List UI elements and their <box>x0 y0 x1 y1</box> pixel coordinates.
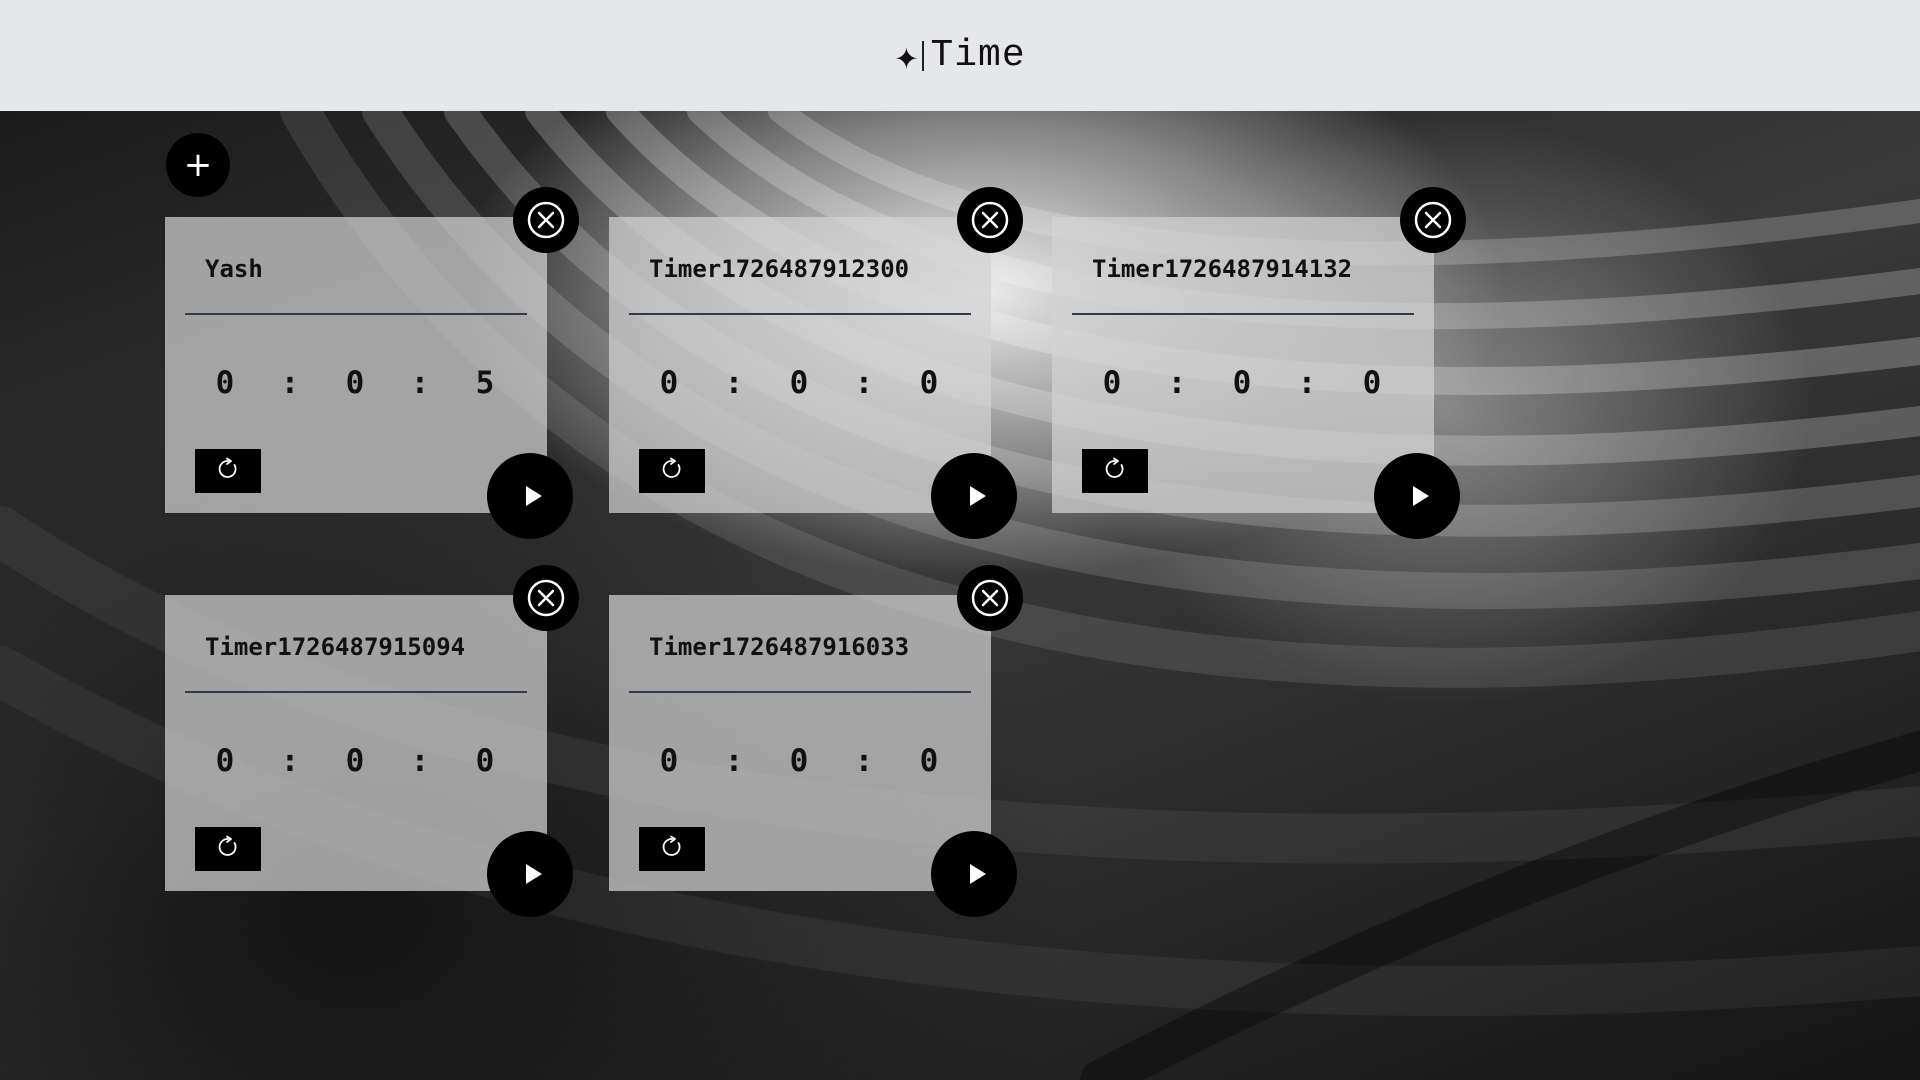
close-circle-icon <box>970 200 1010 240</box>
time-separator: : <box>410 365 430 401</box>
delete-timer-button[interactable] <box>957 187 1023 253</box>
timer-seconds: 5 <box>475 365 495 401</box>
timer-hours: 0 <box>659 365 679 401</box>
timer-hours: 0 <box>215 365 235 401</box>
timer-hours: 0 <box>659 743 679 779</box>
play-button[interactable] <box>1374 453 1460 539</box>
time-separator: : <box>854 743 874 779</box>
timer-card: Timer1726487912300 0: 0: 0 <box>609 217 991 513</box>
timer-minutes: 0 <box>789 743 809 779</box>
timer-display: 0: 0: 0 <box>205 743 505 779</box>
close-circle-icon <box>1413 200 1453 240</box>
name-underline <box>1072 313 1414 315</box>
delete-timer-button[interactable] <box>957 565 1023 631</box>
timer-name[interactable]: Timer1726487916033 <box>649 633 909 661</box>
reset-icon <box>659 834 685 864</box>
timer-hours: 0 <box>1102 365 1122 401</box>
plus-icon: + <box>183 145 213 185</box>
name-underline <box>629 691 971 693</box>
reset-button[interactable] <box>195 449 261 493</box>
timer-minutes: 0 <box>789 365 809 401</box>
name-underline <box>185 691 527 693</box>
timer-seconds: 0 <box>475 743 495 779</box>
play-icon <box>517 481 547 511</box>
name-underline <box>185 313 527 315</box>
reset-icon <box>659 456 685 486</box>
play-button[interactable] <box>931 831 1017 917</box>
timer-hours: 0 <box>215 743 235 779</box>
delete-timer-button[interactable] <box>513 565 579 631</box>
add-timer-button[interactable]: + <box>166 133 230 197</box>
time-separator: : <box>1167 365 1187 401</box>
close-circle-icon <box>970 578 1010 618</box>
timer-name[interactable]: Timer1726487914132 <box>1092 255 1352 283</box>
timer-card: Timer1726487915094 0: 0: 0 <box>165 595 547 891</box>
timer-seconds: 0 <box>1362 365 1382 401</box>
reset-icon <box>1102 456 1128 486</box>
timer-display: 0: 0: 0 <box>1092 365 1392 401</box>
timer-display: 0: 0: 0 <box>649 743 949 779</box>
close-circle-icon <box>526 578 566 618</box>
timer-display: 0: 0: 5 <box>205 365 505 401</box>
play-icon <box>1404 481 1434 511</box>
time-separator: : <box>854 365 874 401</box>
app-title: Time <box>930 34 1026 77</box>
timer-seconds: 0 <box>919 365 939 401</box>
brand-divider <box>922 40 925 71</box>
delete-timer-button[interactable] <box>513 187 579 253</box>
timer-card: Yash 0: 0: 5 <box>165 217 547 513</box>
timer-display: 0: 0: 0 <box>649 365 949 401</box>
play-icon <box>517 859 547 889</box>
play-button[interactable] <box>487 453 573 539</box>
delete-timer-button[interactable] <box>1400 187 1466 253</box>
reset-button[interactable] <box>639 449 705 493</box>
timer-minutes: 0 <box>345 743 365 779</box>
timer-minutes: 0 <box>345 365 365 401</box>
brand: ✦ Time <box>894 34 1025 77</box>
reset-button[interactable] <box>1082 449 1148 493</box>
timer-minutes: 0 <box>1232 365 1252 401</box>
play-icon <box>961 481 991 511</box>
app-header: ✦ Time <box>0 0 1920 111</box>
timer-seconds: 0 <box>919 743 939 779</box>
play-button[interactable] <box>487 831 573 917</box>
play-button[interactable] <box>931 453 1017 539</box>
timer-name[interactable]: Yash <box>205 255 263 283</box>
timer-card: Timer1726487914132 0: 0: 0 <box>1052 217 1434 513</box>
time-separator: : <box>1297 365 1317 401</box>
timer-name[interactable]: Timer1726487912300 <box>649 255 909 283</box>
name-underline <box>629 313 971 315</box>
time-separator: : <box>724 743 744 779</box>
time-separator: : <box>724 365 744 401</box>
sparkle-icon: ✦ <box>894 32 919 79</box>
reset-button[interactable] <box>639 827 705 871</box>
reset-button[interactable] <box>195 827 261 871</box>
play-icon <box>961 859 991 889</box>
timer-card: Timer1726487916033 0: 0: 0 <box>609 595 991 891</box>
time-separator: : <box>410 743 430 779</box>
reset-icon <box>215 456 241 486</box>
time-separator: : <box>280 743 300 779</box>
timer-name[interactable]: Timer1726487915094 <box>205 633 465 661</box>
reset-icon <box>215 834 241 864</box>
time-separator: : <box>280 365 300 401</box>
close-circle-icon <box>526 200 566 240</box>
